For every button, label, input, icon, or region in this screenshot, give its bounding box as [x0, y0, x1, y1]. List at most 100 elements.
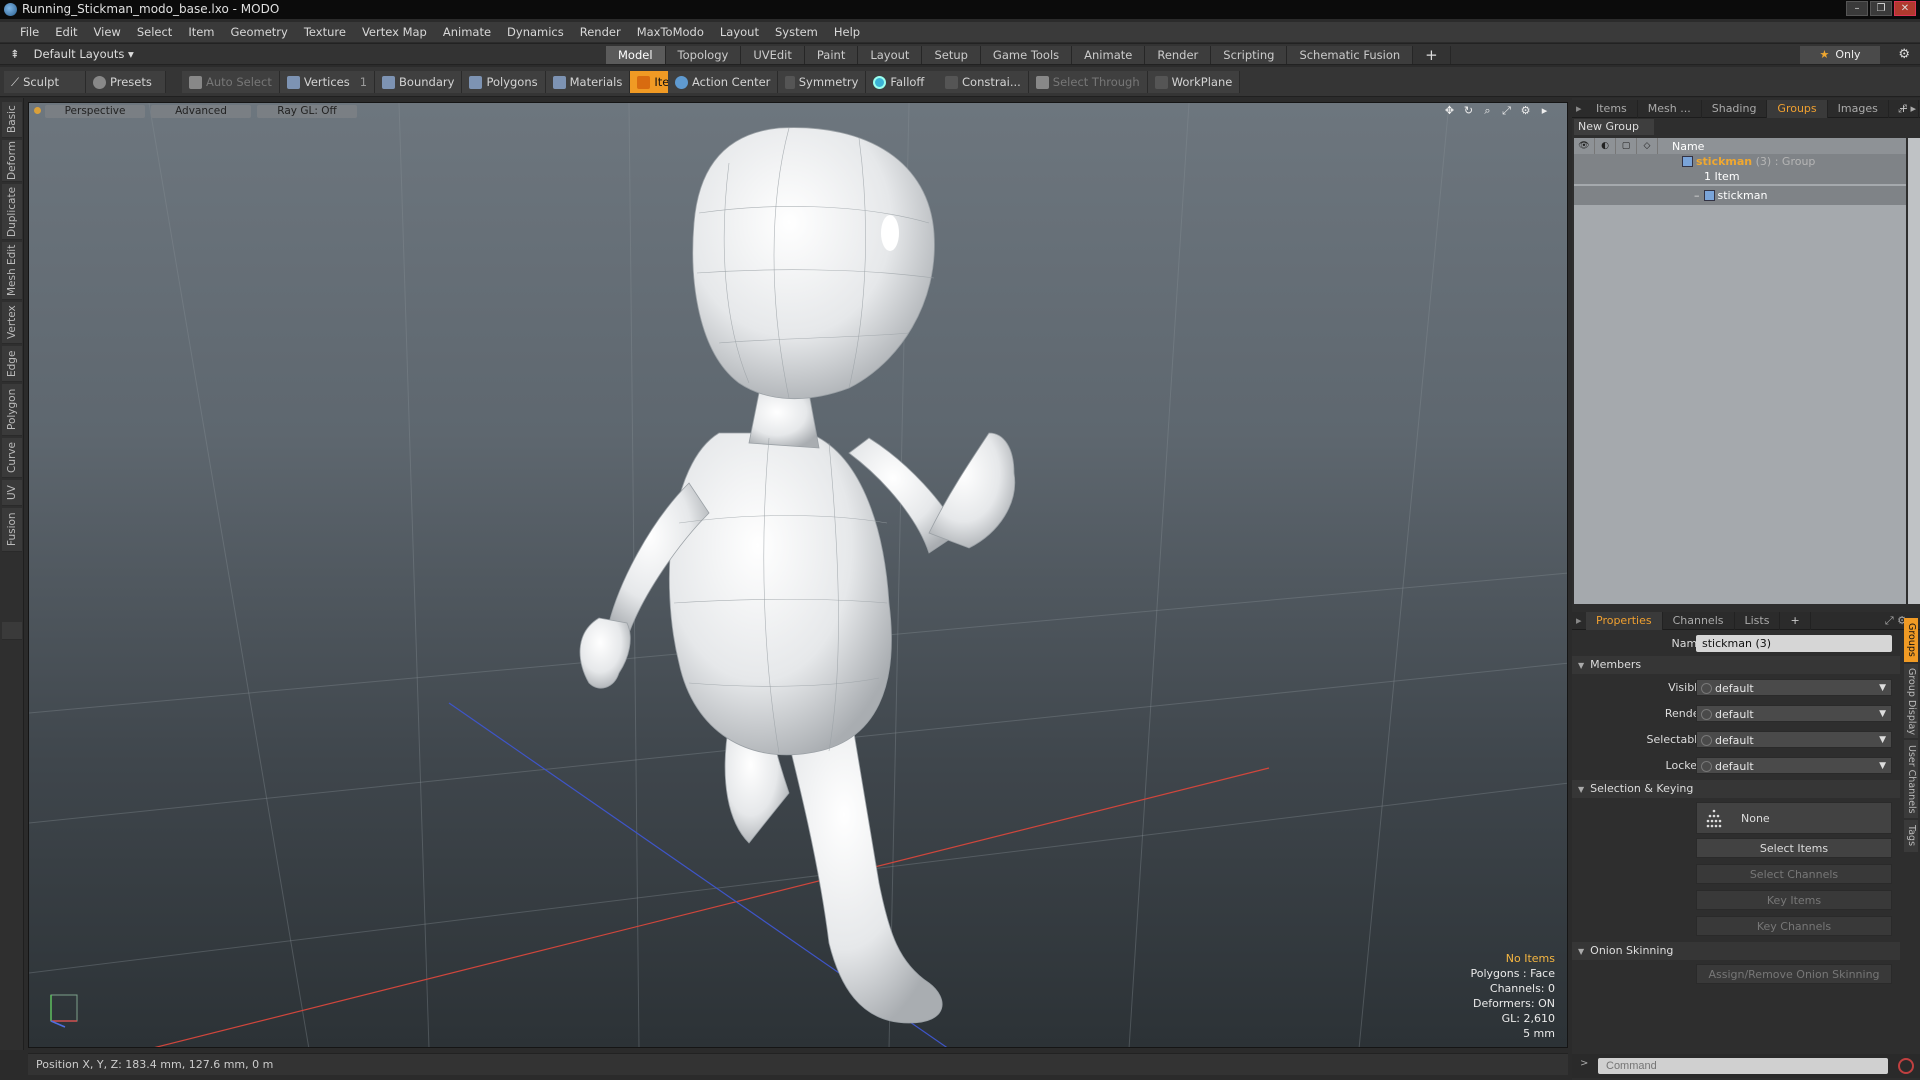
- tab-shading[interactable]: Shading: [1702, 99, 1768, 118]
- menu-render[interactable]: Render: [572, 25, 629, 39]
- fit-icon[interactable]: ⤢: [1500, 104, 1513, 117]
- menu-select[interactable]: Select: [129, 25, 180, 39]
- side-tab-tags[interactable]: Tags: [1904, 820, 1918, 852]
- tab-uvedit[interactable]: UVEdit: [741, 46, 805, 64]
- new-group-button[interactable]: New Group: [1574, 119, 1654, 135]
- constraints-button[interactable]: Constrai...: [938, 71, 1029, 93]
- tab-properties[interactable]: Properties: [1586, 611, 1663, 630]
- auto-select-button[interactable]: Auto Select: [182, 71, 280, 93]
- members-section[interactable]: ▼ Members: [1572, 656, 1900, 674]
- gear-icon[interactable]: ⚙: [1898, 47, 1910, 62]
- select-column-icon[interactable]: ◇: [1637, 138, 1658, 154]
- onion-skinning-section[interactable]: ▼ Onion Skinning: [1572, 942, 1900, 960]
- menu-geometry[interactable]: Geometry: [223, 25, 296, 39]
- vtab-polygon[interactable]: Polygon: [2, 384, 22, 436]
- tab-items[interactable]: Items: [1586, 99, 1638, 118]
- locked-select[interactable]: default ▼: [1696, 757, 1892, 774]
- menu-vertex-map[interactable]: Vertex Map: [354, 25, 435, 39]
- lock-column-icon[interactable]: ▢: [1616, 138, 1637, 154]
- minimize-button[interactable]: –: [1846, 1, 1868, 16]
- menu-layout[interactable]: Layout: [712, 25, 767, 39]
- 3d-viewport[interactable]: Perspective Advanced Ray GL: Off ✥ ↻ ⌕ ⤢…: [28, 102, 1568, 1048]
- vtab-curve[interactable]: Curve: [2, 438, 22, 478]
- add-layout-tab-button[interactable]: +: [1413, 46, 1451, 64]
- assign-onion-skinning-button[interactable]: Assign/Remove Onion Skinning: [1696, 964, 1892, 984]
- menu-item[interactable]: Item: [180, 25, 222, 39]
- panel-menu-icon[interactable]: ▸: [1572, 102, 1586, 115]
- tab-game-tools[interactable]: Game Tools: [980, 46, 1073, 64]
- only-button[interactable]: ★ Only: [1800, 46, 1880, 64]
- menu-view[interactable]: View: [86, 25, 129, 39]
- zoom-icon[interactable]: ⌕: [1481, 104, 1494, 117]
- tab-groups[interactable]: Groups: [1767, 99, 1828, 118]
- view-mode-button[interactable]: Perspective: [45, 104, 145, 118]
- stop-icon[interactable]: [1898, 1058, 1914, 1074]
- vertices-button[interactable]: Vertices 1: [279, 71, 376, 93]
- tab-model[interactable]: Model: [606, 46, 666, 64]
- vtab-extra[interactable]: [2, 622, 22, 640]
- tree-row-group[interactable]: stickman (3) : Group 1 Item: [1574, 154, 1906, 184]
- expand-arrow-icon[interactable]: ⇞: [10, 47, 20, 61]
- render-select[interactable]: default ▼: [1696, 705, 1892, 722]
- vtab-deform[interactable]: Deform: [2, 140, 22, 182]
- select-items-button[interactable]: Select Items: [1696, 838, 1892, 858]
- layout-dropdown[interactable]: ⇞ Default Layouts ▾: [10, 47, 134, 61]
- side-tab-groups[interactable]: Groups: [1904, 618, 1918, 662]
- menu-maxtomodo[interactable]: MaxToModo: [629, 25, 712, 39]
- presets-button[interactable]: Presets: [86, 71, 166, 93]
- menu-texture[interactable]: Texture: [296, 25, 354, 39]
- workplane-button[interactable]: WorkPlane: [1147, 71, 1241, 93]
- viewport-menu-arrow-icon[interactable]: ▸: [1538, 104, 1551, 117]
- select-through-button[interactable]: Select Through: [1028, 71, 1148, 93]
- tab-layout[interactable]: Layout: [858, 46, 923, 64]
- key-channels-button[interactable]: Key Channels: [1696, 916, 1892, 936]
- vtab-uv[interactable]: UV: [2, 480, 22, 506]
- menu-system[interactable]: System: [767, 25, 826, 39]
- tab-animate[interactable]: Animate: [1072, 46, 1146, 64]
- visible-select[interactable]: default ▼: [1696, 679, 1892, 696]
- selection-keying-section[interactable]: ▼ Selection & Keying: [1572, 780, 1900, 798]
- vtab-edge[interactable]: Edge: [2, 346, 22, 382]
- tab-lists[interactable]: Lists: [1735, 611, 1781, 630]
- vtab-fusion[interactable]: Fusion: [2, 508, 22, 552]
- key-items-button[interactable]: Key Items: [1696, 890, 1892, 910]
- props-menu-icon[interactable]: ▸: [1572, 614, 1586, 627]
- tab-schematic-fusion[interactable]: Schematic Fusion: [1287, 46, 1414, 64]
- menu-animate[interactable]: Animate: [435, 25, 499, 39]
- tree-name-header[interactable]: Name: [1658, 140, 1704, 153]
- tab-setup[interactable]: Setup: [922, 46, 981, 64]
- side-tab-user-channels[interactable]: User Channels: [1904, 740, 1918, 818]
- menu-help[interactable]: Help: [826, 25, 868, 39]
- pan-icon[interactable]: ✥: [1443, 104, 1456, 117]
- tab-render[interactable]: Render: [1145, 46, 1212, 64]
- close-button[interactable]: ✕: [1894, 1, 1916, 16]
- menu-file[interactable]: File: [12, 25, 47, 39]
- sculpt-button[interactable]: ⟋ Sculpt: [4, 71, 86, 93]
- vtab-basic[interactable]: Basic: [2, 102, 22, 138]
- panel-expand-icon[interactable]: ⤢ ▸: [1898, 102, 1916, 116]
- tab-paint[interactable]: Paint: [804, 46, 859, 64]
- visibility-column-icon[interactable]: 👁: [1574, 138, 1595, 154]
- tree-row-mesh[interactable]: – stickman: [1574, 186, 1906, 205]
- action-center-button[interactable]: Action Center: [668, 71, 779, 93]
- shading-mode-button[interactable]: Advanced: [151, 104, 251, 118]
- vtab-mesh-edit[interactable]: Mesh Edit: [2, 242, 22, 300]
- rotate-icon[interactable]: ↻: [1462, 104, 1475, 117]
- polygons-button[interactable]: Polygons: [462, 71, 546, 93]
- menu-dynamics[interactable]: Dynamics: [499, 25, 572, 39]
- raygl-button[interactable]: Ray GL: Off: [257, 104, 357, 118]
- tab-topology[interactable]: Topology: [665, 46, 742, 64]
- viewport-settings-icon[interactable]: ⚙: [1519, 104, 1532, 117]
- render-column-icon[interactable]: ◐: [1595, 138, 1616, 154]
- tree-scrollbar[interactable]: [1908, 138, 1920, 604]
- materials-button[interactable]: Materials: [545, 71, 631, 93]
- none-button[interactable]: None: [1696, 802, 1892, 834]
- menu-edit[interactable]: Edit: [47, 25, 85, 39]
- tab-images[interactable]: Images: [1828, 99, 1889, 118]
- select-channels-button[interactable]: Select Channels: [1696, 864, 1892, 884]
- name-field[interactable]: stickman (3): [1696, 635, 1892, 652]
- command-input[interactable]: [1598, 1058, 1888, 1074]
- add-props-tab-button[interactable]: +: [1780, 611, 1811, 630]
- vtab-vertex[interactable]: Vertex: [2, 302, 22, 344]
- tab-channels[interactable]: Channels: [1663, 611, 1735, 630]
